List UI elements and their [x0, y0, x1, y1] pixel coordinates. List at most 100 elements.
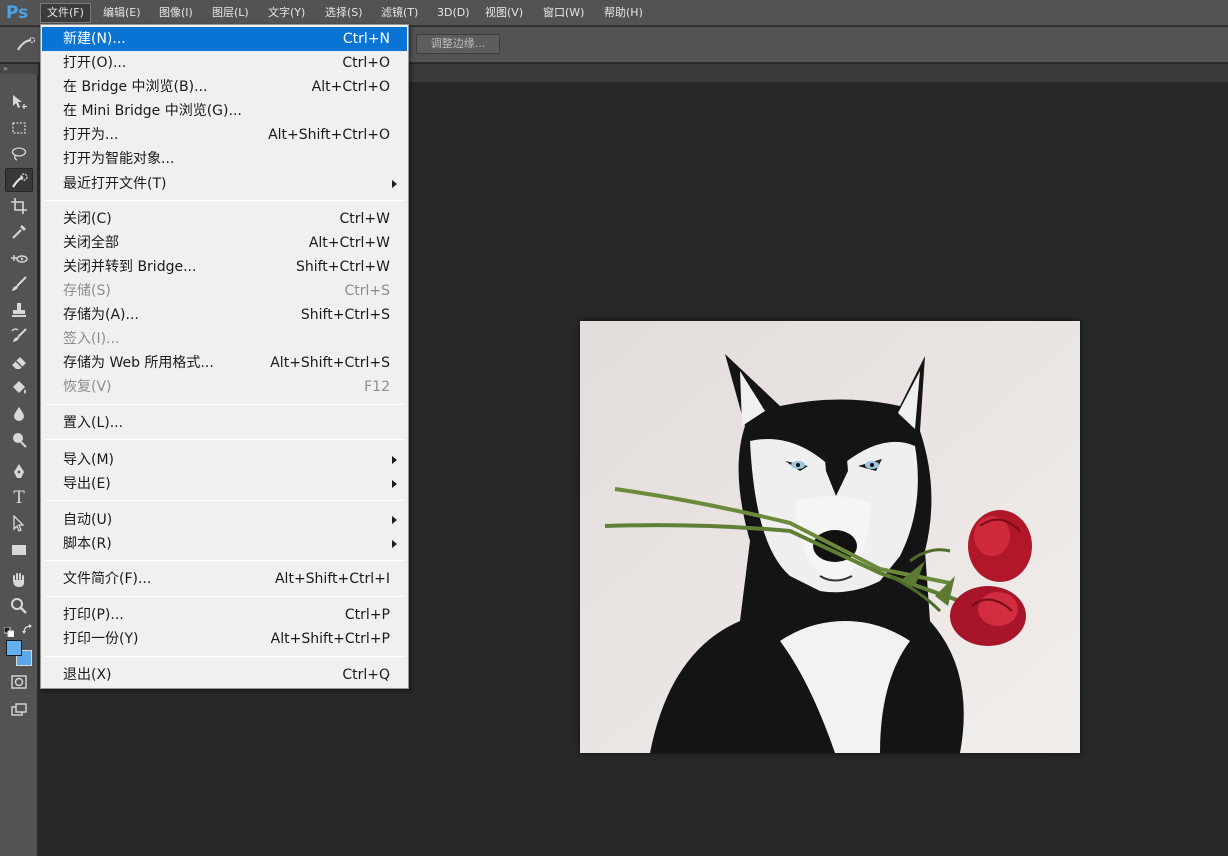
submenu-arrow-icon	[392, 180, 397, 188]
menu-select[interactable]: 选择(S)	[319, 3, 369, 23]
path-selection-tool[interactable]	[5, 512, 33, 536]
menu-item-label: 关闭并转到 Bridge...	[63, 259, 197, 275]
menu-item-open-as[interactable]: 打开为... Alt+Shift+Ctrl+O	[42, 123, 407, 147]
menu-item-print-one-copy[interactable]: 打印一份(Y) Alt+Shift+Ctrl+P	[42, 627, 407, 651]
move-tool[interactable]	[5, 90, 33, 114]
eraser-tool[interactable]	[5, 350, 33, 374]
menu-item-save[interactable]: 存储(S) Ctrl+S	[42, 279, 407, 303]
healing-brush-tool[interactable]	[5, 246, 33, 270]
submenu-arrow-icon	[392, 540, 397, 548]
menu-item-open-recent[interactable]: 最近打开文件(T)	[42, 172, 407, 196]
submenu-arrow-icon	[392, 516, 397, 524]
menu-item-shortcut: Alt+Shift+Ctrl+I	[274, 571, 390, 587]
menu-item-shortcut: Alt+Shift+Ctrl+O	[268, 127, 390, 143]
menu-item-export[interactable]: 导出(E)	[42, 472, 407, 496]
blur-tool[interactable]	[5, 402, 33, 426]
tools-panel: » T	[0, 64, 38, 856]
menu-item-save-for-web[interactable]: 存储为 Web 所用格式... Alt+Shift+Ctrl+S	[42, 351, 407, 375]
menu-item-close-all[interactable]: 关闭全部 Alt+Ctrl+W	[42, 231, 407, 255]
menu-help[interactable]: 帮助(H)	[598, 3, 649, 23]
menu-item-close[interactable]: 关闭(C) Ctrl+W	[42, 207, 407, 231]
menu-item-shortcut: Alt+Ctrl+W	[308, 235, 390, 251]
menu-item-scripts[interactable]: 脚本(R)	[42, 532, 407, 556]
file-menu-dropdown: 新建(N)... Ctrl+N 打开(O)... Ctrl+O 在 Bridge 中…	[40, 24, 409, 689]
menu-item-label: 打开为...	[63, 127, 119, 143]
menu-item-import[interactable]: 导入(M)	[42, 448, 407, 472]
menu-item-label: 关闭(C)	[63, 211, 112, 227]
menu-item-place[interactable]: 置入(L)...	[42, 411, 407, 435]
brush-tool[interactable]	[5, 272, 33, 296]
crop-tool[interactable]	[5, 194, 33, 218]
menu-edit[interactable]: 编辑(E)	[97, 3, 147, 23]
menu-item-label: 导入(M)	[63, 452, 115, 468]
menu-item-browse-mini-bridge[interactable]: 在 Mini Bridge 中浏览(G)...	[42, 99, 407, 123]
menu-separator	[44, 200, 405, 201]
menu-item-label: 置入(L)...	[63, 415, 124, 431]
husky-with-roses-photo	[580, 321, 1080, 753]
screen-mode-button[interactable]	[5, 698, 33, 722]
menu-item-save-as[interactable]: 存储为(A)... Shift+Ctrl+S	[42, 303, 407, 327]
menu-item-label: 退出(X)	[63, 667, 112, 683]
history-brush-tool[interactable]	[5, 324, 33, 348]
menu-item-label: 脚本(R)	[63, 536, 112, 552]
menu-item-shortcut: Alt+Shift+Ctrl+P	[270, 631, 390, 647]
pen-tool[interactable]	[5, 460, 33, 484]
clone-stamp-tool[interactable]	[5, 298, 33, 322]
quick-selection-preset-icon[interactable]	[14, 35, 40, 55]
menu-item-shortcut: Shift+Ctrl+W	[295, 259, 390, 275]
menu-item-automate[interactable]: 自动(U)	[42, 508, 407, 532]
menu-file[interactable]: 文件(F)	[40, 3, 91, 23]
menu-separator	[44, 596, 405, 597]
marquee-tool[interactable]	[5, 116, 33, 140]
menu-item-shortcut: Shift+Ctrl+S	[300, 307, 390, 323]
menu-view[interactable]: 视图(V)	[479, 3, 529, 23]
menu-separator	[44, 656, 405, 657]
rectangle-tool[interactable]	[5, 538, 33, 562]
menu-window[interactable]: 窗口(W)	[537, 3, 590, 23]
menu-item-check-in[interactable]: 签入(I)...	[42, 327, 407, 351]
document-canvas-image[interactable]	[580, 321, 1080, 753]
menu-item-label: 导出(E)	[63, 476, 111, 492]
panel-collapse-grip[interactable]: »	[0, 64, 38, 74]
menu-item-browse-bridge[interactable]: 在 Bridge 中浏览(B)... Alt+Ctrl+O	[42, 75, 407, 99]
menu-item-label: 文件简介(F)...	[63, 571, 152, 587]
menu-item-open[interactable]: 打开(O)... Ctrl+O	[42, 51, 407, 75]
menu-item-shortcut: Ctrl+W	[339, 211, 390, 227]
menu-3d[interactable]: 3D(D)	[431, 3, 476, 23]
menu-item-file-info[interactable]: 文件简介(F)... Alt+Shift+Ctrl+I	[42, 567, 407, 591]
menu-layer[interactable]: 图层(L)	[206, 3, 255, 23]
eyedropper-tool[interactable]	[5, 220, 33, 244]
menu-item-new[interactable]: 新建(N)... Ctrl+N	[42, 27, 407, 51]
menu-image[interactable]: 图像(I)	[153, 3, 199, 23]
menu-item-shortcut: F12	[364, 379, 390, 395]
menu-filter[interactable]: 滤镜(T)	[375, 3, 424, 23]
zoom-tool[interactable]	[5, 594, 33, 618]
submenu-arrow-icon	[392, 480, 397, 488]
lasso-tool[interactable]	[5, 142, 33, 166]
menu-item-label: 在 Mini Bridge 中浏览(G)...	[63, 103, 242, 119]
menu-item-close-go-bridge[interactable]: 关闭并转到 Bridge... Shift+Ctrl+W	[42, 255, 407, 279]
default-colors-icon[interactable]	[3, 622, 15, 638]
photoshop-logo: Ps	[6, 3, 29, 23]
refine-edge-button[interactable]: 调整边缘...	[416, 34, 500, 54]
menu-type[interactable]: 文字(Y)	[262, 3, 311, 23]
menu-item-shortcut: Ctrl+S	[344, 283, 390, 299]
menu-separator	[44, 439, 405, 440]
quick-selection-tool[interactable]	[5, 168, 33, 192]
menu-item-label: 恢复(V)	[63, 379, 112, 395]
menu-item-label: 存储(S)	[63, 283, 111, 299]
paint-bucket-tool[interactable]	[5, 376, 33, 400]
menu-item-print[interactable]: 打印(P)... Ctrl+P	[42, 603, 407, 627]
hand-tool[interactable]	[5, 568, 33, 592]
swap-colors-icon[interactable]	[22, 621, 34, 634]
foreground-color-swatch[interactable]	[6, 640, 22, 656]
type-tool[interactable]: T	[5, 486, 33, 510]
menu-item-exit[interactable]: 退出(X) Ctrl+Q	[42, 663, 407, 687]
menu-separator	[44, 560, 405, 561]
dodge-tool[interactable]	[5, 428, 33, 452]
menu-item-label: 存储为 Web 所用格式...	[63, 355, 214, 371]
menu-item-label: 打开为智能对象...	[63, 151, 175, 167]
quick-mask-button[interactable]	[5, 670, 33, 694]
menu-item-open-as-smart-object[interactable]: 打开为智能对象...	[42, 147, 407, 171]
menu-item-revert[interactable]: 恢复(V) F12	[42, 375, 407, 399]
